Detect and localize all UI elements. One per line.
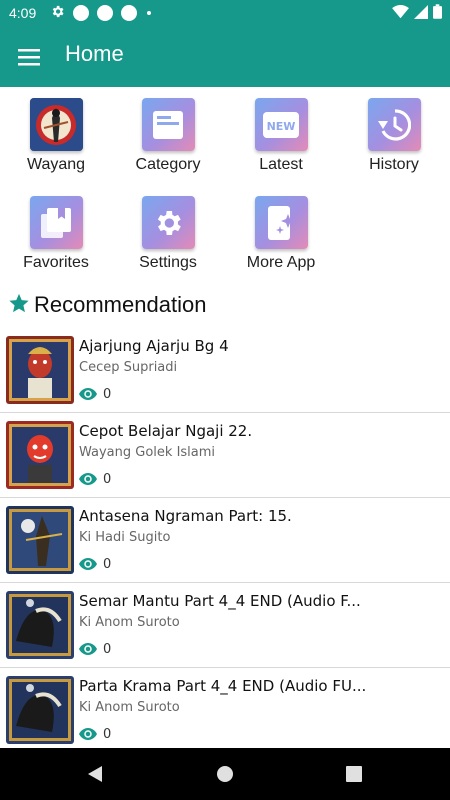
hamburger-menu-icon[interactable]	[14, 43, 44, 71]
list-item[interactable]: Ajarjung Ajarju Bg 4 Cecep Supriadi 0	[0, 328, 450, 413]
back-icon[interactable]	[83, 762, 107, 786]
recommendation-title: Recommendation	[34, 292, 207, 317]
status-time: 4:09	[9, 5, 37, 21]
new-badge-icon: NEW	[254, 98, 308, 151]
tile-label: Category	[135, 156, 201, 173]
gear-icon	[50, 4, 65, 23]
eye-icon	[79, 725, 97, 744]
status-left-icons	[50, 5, 151, 21]
battery-icon	[433, 4, 442, 23]
video-thumbnail	[6, 676, 74, 744]
tile-label: History	[369, 156, 419, 173]
tile-history[interactable]: History	[338, 92, 450, 174]
wifi-icon	[392, 4, 409, 23]
eye-icon	[79, 385, 97, 404]
item-author: Ki Hadi Sugito	[79, 530, 171, 545]
circle-notification-icon	[73, 5, 89, 21]
eye-icon	[79, 640, 97, 659]
wayang-puppet-image	[29, 98, 83, 151]
video-thumbnail	[6, 336, 74, 404]
status-right-icons	[392, 4, 442, 23]
tile-label: Favorites	[23, 254, 89, 271]
view-count-value: 0	[103, 472, 112, 487]
history-clock-icon	[367, 98, 421, 151]
page-title: Home	[65, 41, 124, 66]
tile-settings[interactable]: Settings	[112, 190, 224, 272]
list-item[interactable]: Semar Mantu Part 4_4 END (Audio F... Ki …	[0, 583, 450, 668]
small-dot-icon	[147, 11, 151, 15]
video-thumbnail	[6, 506, 74, 574]
home-icon[interactable]	[213, 762, 237, 786]
tile-label: Wayang	[26, 156, 86, 173]
tile-favorites[interactable]: Favorites	[0, 190, 112, 272]
signal-icon	[414, 4, 428, 23]
tile-latest[interactable]: NEW Latest	[225, 92, 337, 174]
category-card-icon	[141, 98, 195, 151]
eye-icon	[79, 555, 97, 574]
item-author: Ki Anom Suroto	[79, 700, 180, 715]
view-count-value: 0	[103, 387, 112, 402]
list-item[interactable]: Cepot Belajar Ngaji 22. Wayang Golek Isl…	[0, 413, 450, 498]
star-icon	[8, 292, 30, 318]
item-author: Ki Anom Suroto	[79, 615, 180, 630]
tile-category[interactable]: Category	[112, 92, 224, 174]
app-bar: Home	[0, 27, 450, 87]
view-count: 0	[79, 385, 111, 404]
tile-wayang[interactable]: Wayang	[0, 92, 112, 174]
view-count: 0	[79, 640, 111, 659]
video-thumbnail	[6, 421, 74, 489]
view-count-value: 0	[103, 642, 112, 657]
circle-notification-icon	[121, 5, 137, 21]
eye-icon	[79, 470, 97, 489]
item-title: Antasena Ngraman Part: 15.	[79, 507, 292, 525]
status-bar: 4:09	[0, 0, 450, 27]
tile-more-app[interactable]: More App	[225, 190, 337, 272]
item-title: Parta Krama Part 4_4 END (Audio FU...	[79, 677, 367, 695]
view-count-value: 0	[103, 557, 112, 572]
favorites-bookmark-icon	[29, 196, 83, 249]
view-count: 0	[79, 470, 111, 489]
svg-text:NEW: NEW	[267, 120, 296, 133]
recommendation-header: Recommendation	[8, 290, 206, 320]
view-count: 0	[79, 725, 111, 744]
more-app-sparkle-icon	[254, 196, 308, 249]
view-count-value: 0	[103, 727, 112, 742]
item-title: Semar Mantu Part 4_4 END (Audio F...	[79, 592, 361, 610]
item-title: Ajarjung Ajarju Bg 4	[79, 337, 229, 355]
tile-label: Latest	[259, 156, 303, 173]
tile-label: Settings	[139, 254, 197, 271]
item-author: Wayang Golek Islami	[79, 445, 216, 460]
circle-notification-icon	[97, 5, 113, 21]
view-count: 0	[79, 555, 111, 574]
system-nav-bar	[0, 748, 450, 800]
recents-icon[interactable]	[342, 762, 366, 786]
list-item[interactable]: Antasena Ngraman Part: 15. Ki Hadi Sugit…	[0, 498, 450, 583]
video-thumbnail	[6, 591, 74, 659]
tile-label: More App	[246, 254, 316, 271]
settings-gear-icon	[141, 196, 195, 249]
item-author: Cecep Supriadi	[79, 360, 178, 375]
item-title: Cepot Belajar Ngaji 22.	[79, 422, 253, 440]
list-item[interactable]: Parta Krama Part 4_4 END (Audio FU... Ki…	[0, 668, 450, 753]
